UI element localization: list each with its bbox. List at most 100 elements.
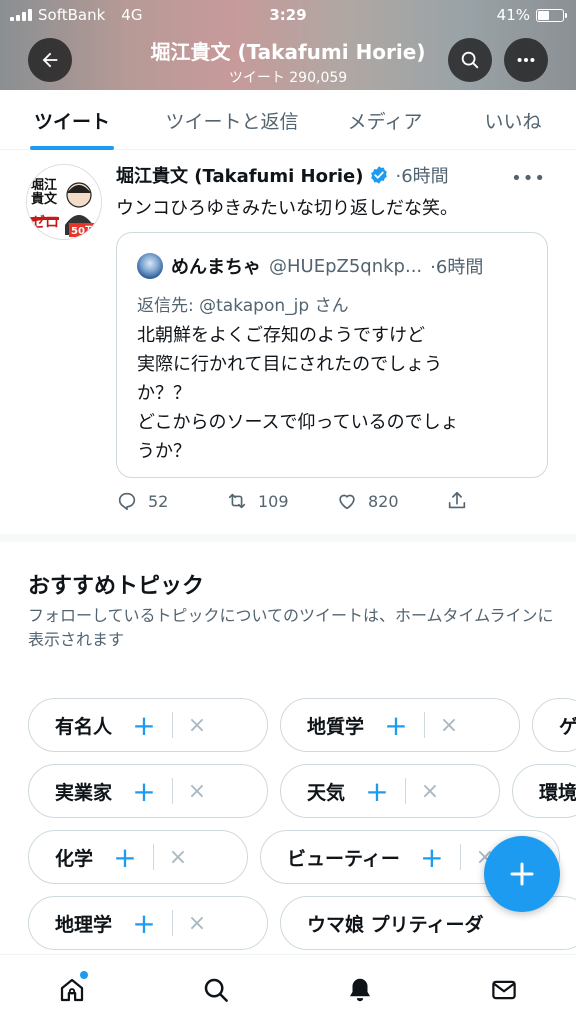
tweet[interactable]: 堀江 貴文 ゼロ 50万 堀江貴文 (Takafumi Horie) ·6時間 …: [0, 150, 576, 542]
follow-topic-icon[interactable]: +: [111, 841, 139, 874]
book-cover-icon: 堀江 貴文 ゼロ 50万: [27, 165, 101, 239]
tab-media[interactable]: メディア: [320, 90, 450, 150]
quoted-tweet-header: めんまちゃ @HUEpZ5qnkp... ·6時間: [137, 253, 483, 279]
nav-messages[interactable]: [432, 955, 576, 1024]
share-button[interactable]: [446, 490, 556, 512]
quoted-line: 北朝鮮をよくご存知のようですけど: [137, 325, 425, 346]
nav-notifications[interactable]: [288, 955, 432, 1024]
reply-prefix: 返信先:: [137, 296, 194, 316]
topic-label: 化学: [55, 847, 94, 870]
clock: 3:29: [269, 6, 307, 24]
notifications-icon: [350, 978, 370, 1002]
topic-chip[interactable]: 地理学 + ×: [28, 896, 268, 950]
like-button[interactable]: 820: [336, 490, 446, 512]
screen: SoftBank 4G 3:29 41% 堀江貴文 (Takafumi Hori…: [0, 0, 576, 1024]
status-bar: SoftBank 4G 3:29 41%: [0, 6, 576, 26]
topic-label: 地理学: [55, 913, 113, 936]
svg-text:50万: 50万: [71, 225, 95, 237]
more-icon: [517, 57, 535, 63]
topic-chip[interactable]: 実業家 + ×: [28, 764, 268, 818]
verified-badge-icon: [371, 166, 388, 184]
topic-chip[interactable]: 天気 + ×: [280, 764, 500, 818]
follow-topic-icon[interactable]: +: [382, 709, 410, 742]
topics-title: おすすめトピック: [28, 574, 205, 599]
tweet-actions: 52 109 820: [116, 490, 556, 512]
bottom-nav: [0, 954, 576, 1024]
profile-tabs: ツイート ツイートと返信 メディア いいね: [0, 90, 576, 150]
svg-text:堀江: 堀江: [31, 177, 57, 193]
reply-suffix: さん: [314, 296, 349, 316]
battery-percent: 41%: [496, 6, 530, 24]
reply-icon: [118, 492, 136, 511]
reply-context: 返信先: @takapon_jp さん: [137, 291, 349, 316]
quoted-time: ·6時間: [430, 257, 484, 278]
like-count: 820: [368, 491, 399, 511]
follow-topic-icon[interactable]: +: [130, 709, 158, 742]
quoted-tweet[interactable]: めんまちゃ @HUEpZ5qnkp... ·6時間 返信先: @takapon_…: [116, 232, 548, 478]
quoted-author-name: めんまちゃ: [171, 257, 261, 278]
topic-chip[interactable]: 化学 + ×: [28, 830, 248, 884]
tab-likes[interactable]: いいね: [450, 90, 576, 150]
tab-tweets-replies[interactable]: ツイートと返信: [144, 90, 320, 150]
battery-icon: [536, 8, 567, 22]
avatar[interactable]: 堀江 貴文 ゼロ 50万: [26, 164, 102, 240]
svg-text:ゼロ: ゼロ: [31, 214, 59, 231]
topic-label: 地質学: [307, 715, 365, 738]
dismiss-topic-icon[interactable]: ×: [439, 713, 459, 738]
topic-label: 天気: [307, 781, 346, 804]
topic-chip[interactable]: ゲ: [532, 698, 576, 752]
more-button[interactable]: [504, 38, 548, 82]
tweet-text: ウンコひろゆきみたいな切り返しだな笑。: [116, 198, 458, 219]
quoted-avatar: [137, 253, 163, 279]
topic-label: ウマ娘 プリティーダ: [307, 913, 484, 936]
topics-description: フォローしているトピックについてのツイートは、ホームタイムラインに表示されます: [28, 606, 554, 649]
tweet-author-name[interactable]: 堀江貴文 (Takafumi Horie): [116, 162, 363, 188]
svg-text:貴文: 貴文: [31, 191, 58, 207]
tab-tweets[interactable]: ツイート: [0, 90, 144, 150]
follow-topic-icon[interactable]: +: [130, 775, 158, 808]
quoted-author-handle: @HUEpZ5qnkp...: [269, 255, 423, 277]
topic-label: 環境: [539, 781, 576, 804]
follow-topic-icon[interactable]: +: [130, 907, 158, 940]
reply-button[interactable]: 52: [116, 490, 226, 512]
topic-label: 有名人: [55, 715, 113, 738]
topic-chip[interactable]: 地質学 + ×: [280, 698, 520, 752]
dismiss-topic-icon[interactable]: ×: [420, 779, 440, 804]
topic-label: ビューティー: [287, 847, 400, 870]
profile-header: SoftBank 4G 3:29 41% 堀江貴文 (Takafumi Hori…: [0, 0, 576, 90]
nav-search[interactable]: [144, 955, 288, 1024]
messages-icon: [492, 980, 516, 1000]
dismiss-topic-icon[interactable]: ×: [187, 779, 207, 804]
topic-chip[interactable]: 有名人 + ×: [28, 698, 268, 752]
quoted-line: どこからのソースで仰っているのでしょ: [137, 412, 459, 433]
heart-icon: [339, 494, 355, 510]
new-tweets-dot: [80, 971, 88, 979]
nav-home[interactable]: [0, 955, 144, 1024]
tweet-header: 堀江貴文 (Takafumi Horie) ·6時間: [116, 162, 449, 188]
share-icon: [448, 491, 466, 509]
follow-topic-icon[interactable]: +: [363, 775, 391, 808]
search-icon: [461, 51, 479, 69]
retweet-button[interactable]: 109: [226, 490, 336, 512]
follow-topic-icon[interactable]: +: [418, 841, 446, 874]
tweet-menu-icon[interactable]: •••: [511, 168, 546, 189]
reply-count: 52: [148, 491, 169, 511]
topic-label: ゲ: [559, 715, 576, 738]
quoted-tweet-text: 北朝鮮をよくご存知のようですけど 実際に行かれて目にされたのでしょう か？？ ど…: [137, 321, 537, 466]
search-button[interactable]: [448, 38, 492, 82]
compose-tweet-button[interactable]: [484, 836, 560, 912]
topic-chip[interactable]: 環境: [512, 764, 576, 818]
quoted-line: 実際に行かれて目にされたのでしょう: [137, 354, 443, 375]
home-icon: [60, 978, 84, 1002]
tweet-time: ·6時間: [395, 166, 449, 187]
topic-label: 実業家: [55, 781, 113, 804]
retweet-icon: [228, 493, 246, 509]
dismiss-topic-icon[interactable]: ×: [187, 713, 207, 738]
reply-to-handle: @takapon_jp: [199, 296, 310, 316]
dismiss-topic-icon[interactable]: ×: [187, 911, 207, 936]
quoted-line: か？？: [137, 383, 191, 404]
plus-icon: [510, 862, 534, 886]
dismiss-topic-icon[interactable]: ×: [168, 845, 188, 870]
search-icon: [204, 978, 228, 1002]
quoted-line: うか？: [137, 441, 191, 462]
